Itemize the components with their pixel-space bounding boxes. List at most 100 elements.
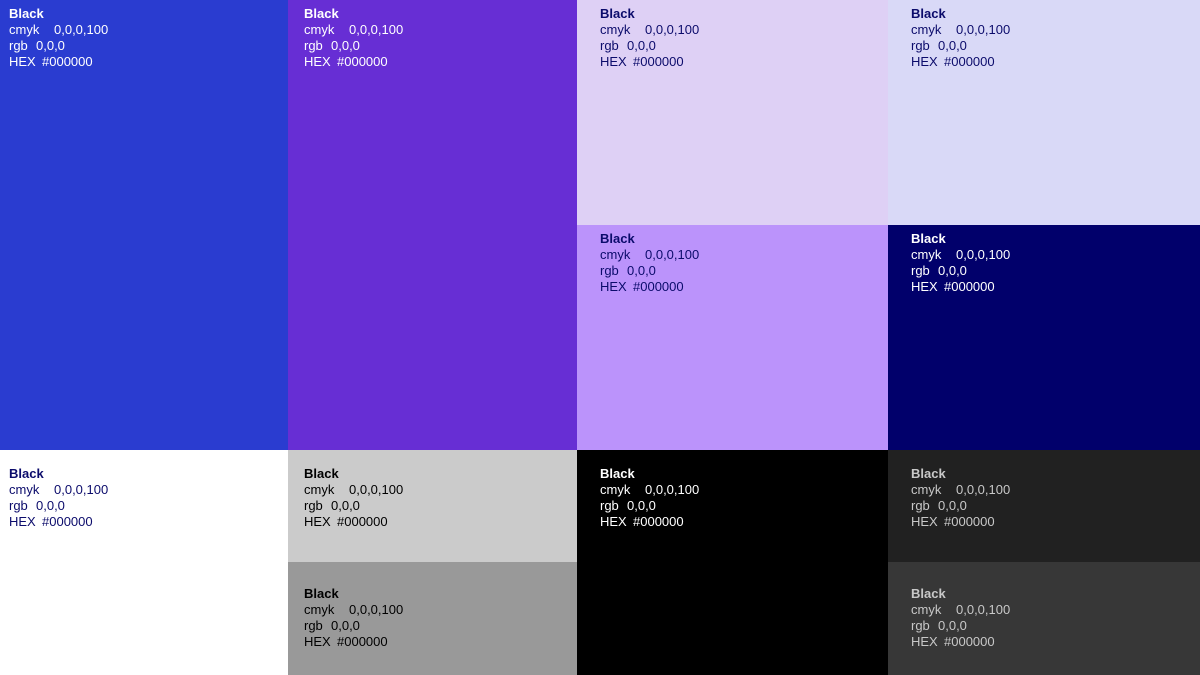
- hex-label: HEX: [304, 634, 331, 649]
- swatch-name: Black: [600, 6, 635, 21]
- swatch-name: Black: [9, 6, 44, 21]
- cmyk-value: 0,0,0,100: [349, 482, 404, 497]
- cmyk-row: cmyk 0,0,0,100: [911, 482, 1010, 498]
- hex-row: HEX #000000: [9, 54, 108, 70]
- color-swatch: Black cmyk 0,0,0,100 rgb 0,0,0 HEX #000000: [577, 225, 888, 450]
- hex-value: #000000: [944, 634, 995, 649]
- color-swatch: Black cmyk 0,0,0,100 rgb 0,0,0 HEX #000000: [888, 225, 1200, 450]
- hex-row: HEX #000000: [600, 514, 699, 530]
- rgb-value: 0,0,0: [331, 498, 360, 513]
- cmyk-row: cmyk 0,0,0,100: [600, 482, 699, 498]
- hex-value: #000000: [944, 54, 995, 69]
- hex-row: HEX #000000: [911, 54, 1010, 70]
- swatch-info: Black cmyk 0,0,0,100 rgb 0,0,0 HEX #000000: [600, 466, 699, 530]
- hex-label: HEX: [911, 279, 938, 294]
- cmyk-label: cmyk: [600, 482, 631, 497]
- cmyk-row: cmyk 0,0,0,100: [911, 22, 1010, 38]
- cmyk-row: cmyk 0,0,0,100: [304, 602, 403, 618]
- rgb-value: 0,0,0: [36, 38, 65, 53]
- rgb-label: rgb: [600, 498, 619, 513]
- cmyk-row: cmyk 0,0,0,100: [911, 247, 1010, 263]
- rgb-label: rgb: [9, 498, 28, 513]
- swatch-info: Black cmyk 0,0,0,100 rgb 0,0,0 HEX #000000: [911, 6, 1010, 70]
- hex-label: HEX: [304, 514, 331, 529]
- rgb-row: rgb 0,0,0: [911, 263, 1010, 279]
- cmyk-label: cmyk: [9, 482, 40, 497]
- hex-label: HEX: [600, 54, 627, 69]
- hex-value: #000000: [337, 54, 388, 69]
- swatch-name: Black: [600, 231, 635, 246]
- hex-row: HEX #000000: [304, 634, 403, 650]
- hex-label: HEX: [911, 514, 938, 529]
- cmyk-value: 0,0,0,100: [956, 602, 1011, 617]
- color-swatch: Black cmyk 0,0,0,100 rgb 0,0,0 HEX #000000: [288, 562, 577, 675]
- cmyk-value: 0,0,0,100: [956, 22, 1011, 37]
- color-swatch: Black cmyk 0,0,0,100 rgb 0,0,0 HEX #000000: [577, 450, 888, 675]
- swatch-info: Black cmyk 0,0,0,100 rgb 0,0,0 HEX #000000: [9, 6, 108, 70]
- cmyk-value: 0,0,0,100: [956, 247, 1011, 262]
- cmyk-value: 0,0,0,100: [956, 482, 1011, 497]
- hex-label: HEX: [911, 634, 938, 649]
- color-swatch: Black cmyk 0,0,0,100 rgb 0,0,0 HEX #000000: [288, 450, 577, 562]
- cmyk-label: cmyk: [600, 22, 631, 37]
- rgb-label: rgb: [9, 38, 28, 53]
- hex-value: #000000: [633, 514, 684, 529]
- cmyk-row: cmyk 0,0,0,100: [600, 247, 699, 263]
- hex-row: HEX #000000: [911, 514, 1010, 530]
- rgb-row: rgb 0,0,0: [600, 263, 699, 279]
- cmyk-value: 0,0,0,100: [349, 22, 404, 37]
- hex-value: #000000: [337, 634, 388, 649]
- rgb-label: rgb: [304, 498, 323, 513]
- cmyk-value: 0,0,0,100: [645, 22, 700, 37]
- cmyk-value: 0,0,0,100: [349, 602, 404, 617]
- rgb-value: 0,0,0: [938, 263, 967, 278]
- cmyk-label: cmyk: [304, 602, 335, 617]
- hex-value: #000000: [42, 514, 93, 529]
- hex-row: HEX #000000: [911, 634, 1010, 650]
- rgb-row: rgb 0,0,0: [304, 38, 403, 54]
- color-swatch: Black cmyk 0,0,0,100 rgb 0,0,0 HEX #000000: [888, 562, 1200, 675]
- cmyk-row: cmyk 0,0,0,100: [9, 482, 108, 498]
- hex-row: HEX #000000: [911, 279, 1010, 295]
- hex-label: HEX: [9, 54, 36, 69]
- hex-label: HEX: [600, 279, 627, 294]
- rgb-label: rgb: [600, 38, 619, 53]
- color-swatch: Black cmyk 0,0,0,100 rgb 0,0,0 HEX #000000: [888, 450, 1200, 562]
- rgb-row: rgb 0,0,0: [304, 498, 403, 514]
- rgb-value: 0,0,0: [36, 498, 65, 513]
- cmyk-row: cmyk 0,0,0,100: [911, 602, 1010, 618]
- rgb-row: rgb 0,0,0: [911, 38, 1010, 54]
- hex-value: #000000: [944, 514, 995, 529]
- cmyk-label: cmyk: [600, 247, 631, 262]
- swatch-name: Black: [600, 466, 635, 481]
- cmyk-row: cmyk 0,0,0,100: [9, 22, 108, 38]
- swatch-name: Black: [911, 466, 946, 481]
- rgb-value: 0,0,0: [331, 618, 360, 633]
- rgb-row: rgb 0,0,0: [911, 498, 1010, 514]
- swatch-info: Black cmyk 0,0,0,100 rgb 0,0,0 HEX #000000: [9, 466, 108, 530]
- hex-row: HEX #000000: [600, 54, 699, 70]
- rgb-value: 0,0,0: [627, 498, 656, 513]
- swatch-name: Black: [304, 466, 339, 481]
- rgb-value: 0,0,0: [938, 618, 967, 633]
- cmyk-label: cmyk: [911, 482, 942, 497]
- rgb-label: rgb: [911, 498, 930, 513]
- cmyk-label: cmyk: [911, 602, 942, 617]
- cmyk-row: cmyk 0,0,0,100: [600, 22, 699, 38]
- hex-value: #000000: [42, 54, 93, 69]
- rgb-label: rgb: [304, 618, 323, 633]
- color-swatch: Black cmyk 0,0,0,100 rgb 0,0,0 HEX #000000: [0, 450, 288, 675]
- rgb-value: 0,0,0: [627, 263, 656, 278]
- rgb-label: rgb: [911, 38, 930, 53]
- swatch-name: Black: [304, 586, 339, 601]
- cmyk-label: cmyk: [304, 482, 335, 497]
- swatch-name: Black: [9, 466, 44, 481]
- cmyk-label: cmyk: [911, 22, 942, 37]
- color-swatch: Black cmyk 0,0,0,100 rgb 0,0,0 HEX #000000: [577, 0, 888, 225]
- swatch-name: Black: [911, 6, 946, 21]
- swatch-info: Black cmyk 0,0,0,100 rgb 0,0,0 HEX #000000: [600, 231, 699, 295]
- rgb-value: 0,0,0: [938, 38, 967, 53]
- rgb-value: 0,0,0: [938, 498, 967, 513]
- swatch-info: Black cmyk 0,0,0,100 rgb 0,0,0 HEX #000000: [304, 586, 403, 650]
- cmyk-label: cmyk: [304, 22, 335, 37]
